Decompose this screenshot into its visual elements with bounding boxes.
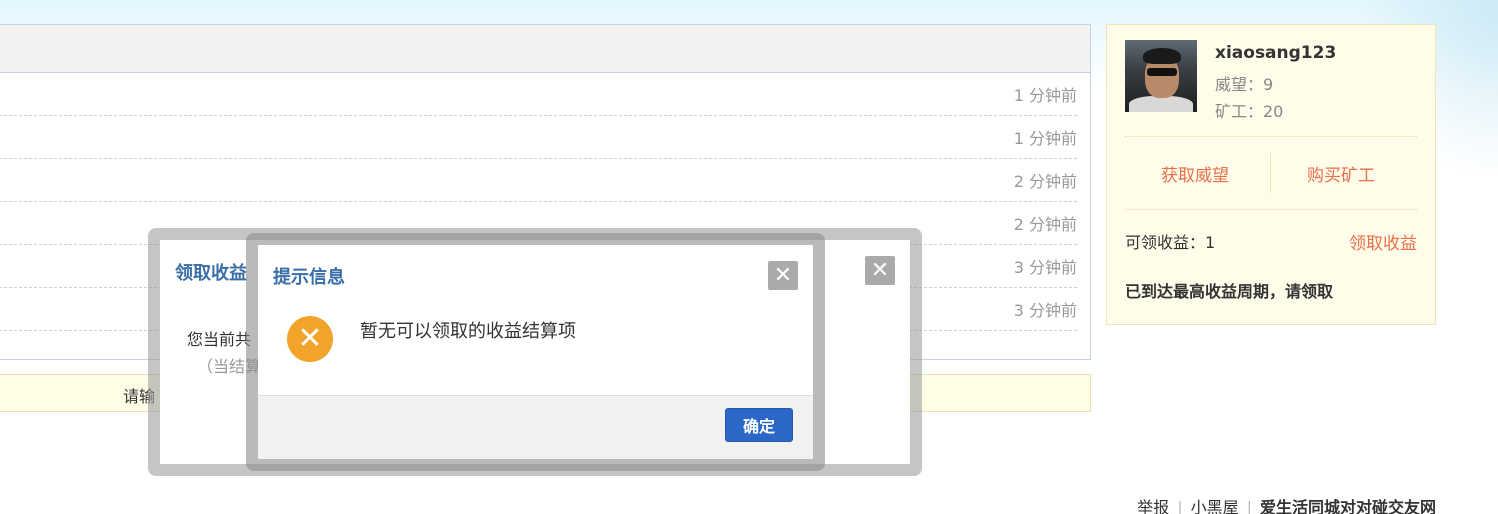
miners-stat: 矿工：20 [1215,102,1284,121]
list-item[interactable]: 2 分钟前 [0,159,1077,202]
alert-dialog-title: 提示信息 [273,267,345,288]
message-time: 1 分钟前 [1013,129,1077,148]
avatar-shoulders [1129,96,1193,112]
alert-dialog-footer: 确定 [258,395,813,459]
ok-button[interactable]: 确定 [725,408,793,442]
close-icon[interactable]: ✕ [865,256,895,285]
blackroom-link[interactable]: 小黑屋 [1191,498,1239,514]
list-item[interactable]: 1 分钟前 [0,73,1077,116]
footer: 举报 | 小黑屋 | 爱生活同城对对碰交友网 [1137,494,1436,514]
error-icon: ✕ [287,316,333,362]
message-time: 2 分钟前 [1013,215,1077,234]
report-link[interactable]: 举报 [1137,498,1169,514]
username[interactable]: xiaosang123 [1215,43,1336,63]
earnings-notice: 已到达最高收益周期，请领取 [1125,282,1334,301]
prestige-stat: 威望：9 [1215,75,1274,94]
message-panel-header [0,25,1090,73]
claimable-earnings: 可领收益：1 [1125,233,1216,252]
message-time: 3 分钟前 [1013,301,1077,320]
message-time: 3 分钟前 [1013,258,1077,277]
footer-separator: | [1246,498,1252,514]
close-icon[interactable]: ✕ [768,261,798,290]
divider [1270,153,1271,193]
footer-separator: | [1177,498,1183,514]
avatar-glasses [1147,68,1177,76]
list-item[interactable]: 1 分钟前 [0,116,1077,159]
get-prestige-link[interactable]: 获取威望 [1161,161,1229,186]
alert-message: 暂无可以领取的收益结算项 [360,321,576,342]
avatar-hair [1143,48,1181,64]
buy-miners-link[interactable]: 购买矿工 [1307,161,1375,186]
divider [1125,209,1417,210]
message-time: 1 分钟前 [1013,86,1077,105]
claim-earnings-link[interactable]: 领取收益 [1349,229,1417,254]
user-card: xiaosang123 威望：9 矿工：20 获取威望 购买矿工 可领收益：1 … [1106,24,1436,325]
alert-dialog: 提示信息 ✕ ✕ 暂无可以领取的收益结算项 确定 [258,245,813,459]
claim-dialog-text: 您当前共 [187,330,252,349]
site-name-link[interactable]: 爱生活同城对对碰交友网 [1260,498,1436,514]
claim-dialog-title: 领取收益 [175,263,247,284]
avatar[interactable] [1125,40,1197,112]
divider [1125,136,1417,137]
message-time: 2 分钟前 [1013,172,1077,191]
